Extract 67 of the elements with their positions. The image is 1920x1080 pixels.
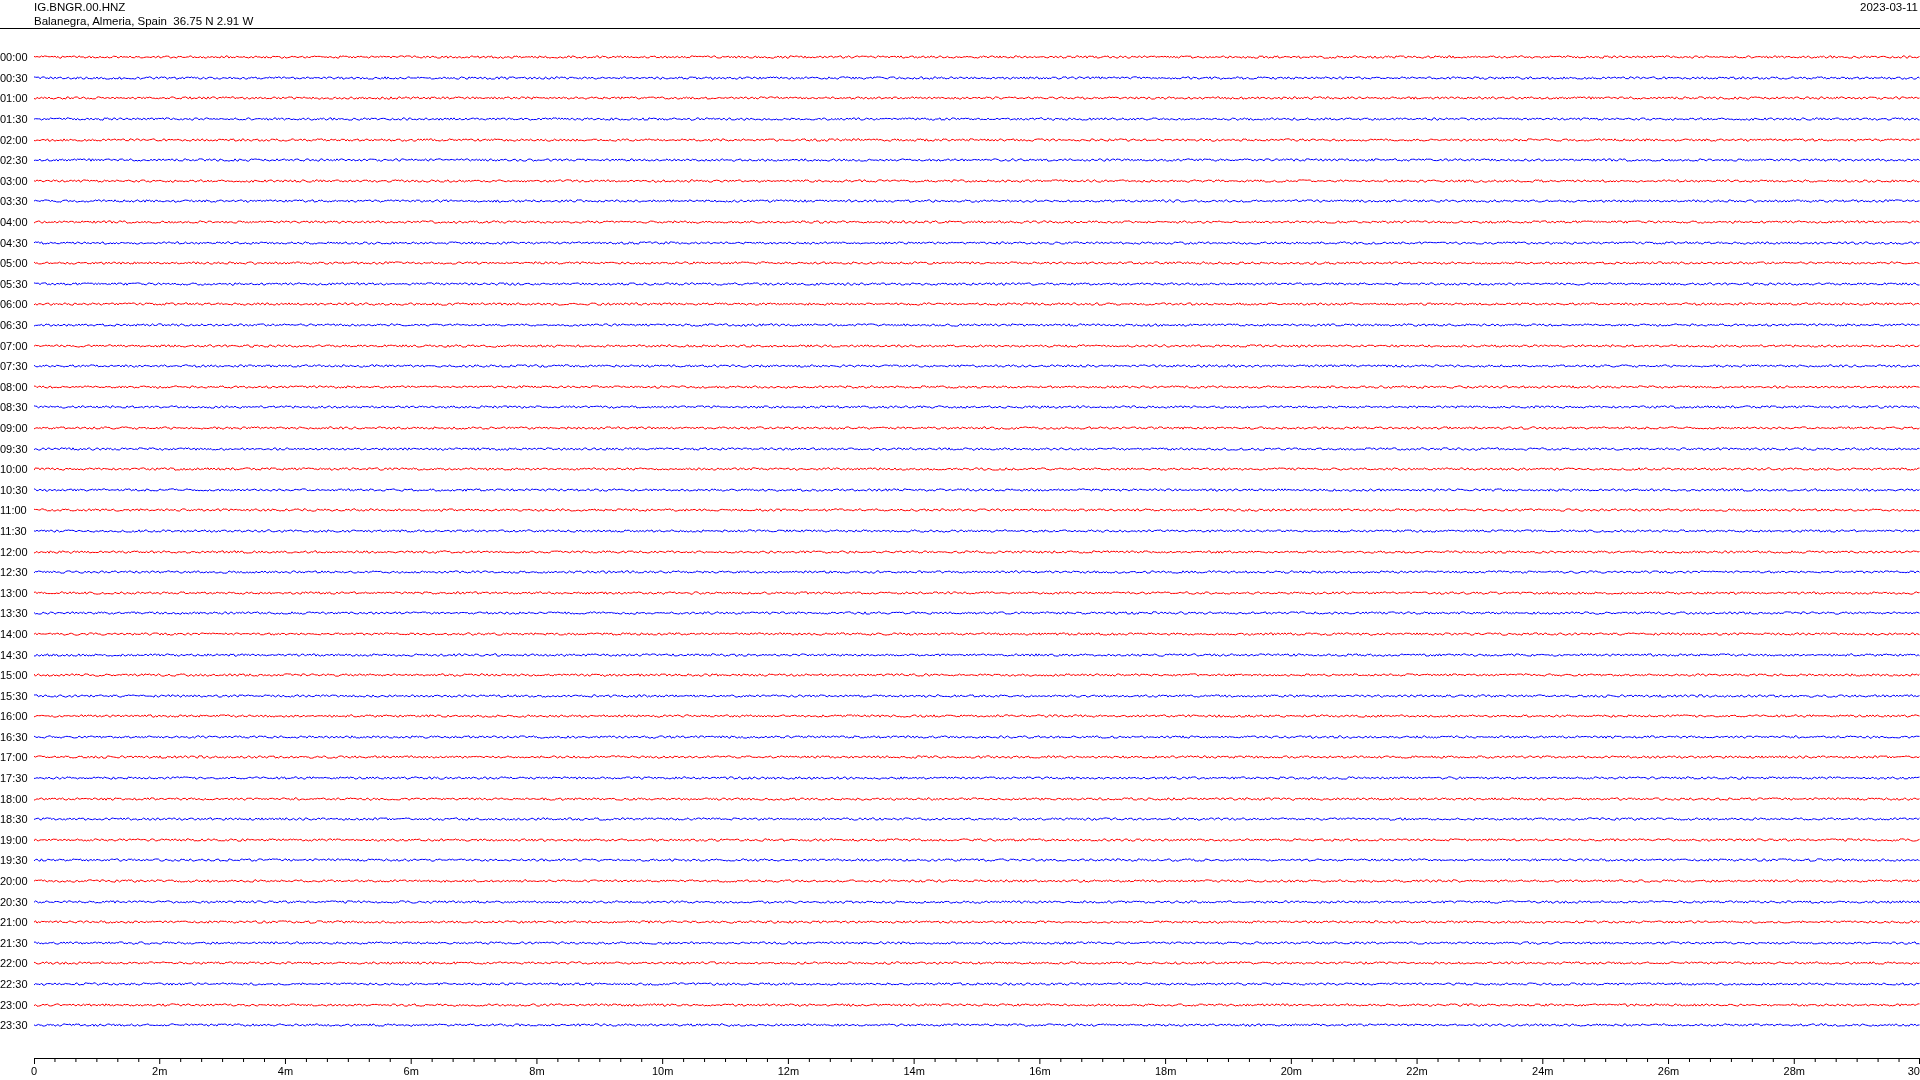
time-label: 09:00 [0,422,29,434]
time-label: 08:00 [0,380,29,393]
time-label: 22:00 [0,957,29,970]
time-label: 13:00 [0,586,29,599]
time-label: 21:30 [0,936,29,949]
time-label: 09:30 [0,442,29,455]
time-label: 12:00 [0,545,29,558]
axis-tick-label: 0 [30,1064,38,1077]
time-label: 00:30 [0,71,29,84]
time-label: 17:00 [0,751,29,764]
time-label: 15:30 [0,689,29,702]
axis-tick-label: 22m [1406,1064,1428,1077]
axis-tick-label: 6m [403,1064,419,1077]
axis-tick-label: 20m [1280,1064,1303,1077]
axis-tick-label: 26m [1657,1064,1680,1077]
axis-tick-label: 18m [1154,1064,1177,1077]
time-label: 14:00 [0,627,29,640]
time-label: 03:00 [0,174,29,187]
time-label: 20:30 [0,895,29,908]
time-label: 02:30 [0,154,29,167]
axis-tick-label: 12m [777,1064,800,1077]
time-label: 04:00 [0,216,29,229]
plot-date: 2023-03-11 [1860,0,1918,14]
station-location: Balanegra, Almeria, Spain 36.75 N 2.91 W [34,14,254,28]
time-label: 23:00 [0,998,29,1011]
time-label: 19:30 [0,854,29,867]
time-label: 21:00 [0,916,29,929]
time-label: 04:30 [0,236,29,249]
axis-tick-label: 16m [1029,1064,1051,1077]
axis-tick-label: 10m [651,1064,674,1077]
time-label: 13:30 [0,607,29,620]
time-label: 16:30 [0,730,29,743]
time-label: 12:30 [0,566,29,579]
time-label: 23:30 [0,1019,29,1032]
time-label: 17:30 [0,772,29,785]
station-code: IG.BNGR.00.HNZ [34,0,127,14]
time-label: 10:30 [0,483,29,496]
axis-tick-label: 2m [152,1064,168,1077]
axis-tick-label: 30 [1907,1064,1920,1077]
time-label: 08:30 [0,401,29,414]
time-label: 11:00 [0,504,28,517]
time-label: 11:30 [0,524,28,537]
time-label: 10:00 [0,463,29,476]
time-label: 18:00 [0,792,29,805]
time-label: 06:30 [0,319,29,331]
axis-tick-label: 28m [1783,1064,1805,1077]
time-label: 22:30 [0,978,29,990]
time-label: 16:00 [0,710,29,723]
time-label: 03:30 [0,195,29,208]
time-label: 05:30 [0,277,29,290]
time-label: 20:00 [0,875,29,888]
time-label: 01:30 [0,113,29,126]
time-label: 01:00 [0,92,29,105]
time-label: 19:00 [0,833,29,846]
axis-tick-label: 14m [903,1064,925,1077]
time-label: 07:30 [0,360,29,373]
time-label: 14:30 [0,648,29,661]
time-label: 00:00 [0,51,29,64]
time-label: 15:00 [0,669,29,682]
time-label: 02:00 [0,133,29,146]
time-label: 06:00 [0,298,29,311]
time-label: 18:30 [0,813,29,826]
time-label: 07:00 [0,339,29,352]
axis-tick-label: 8m [529,1064,545,1077]
time-label: 05:00 [0,257,29,270]
axis-tick-label: 4m [277,1064,294,1077]
axis-tick-label: 24m [1532,1064,1554,1077]
